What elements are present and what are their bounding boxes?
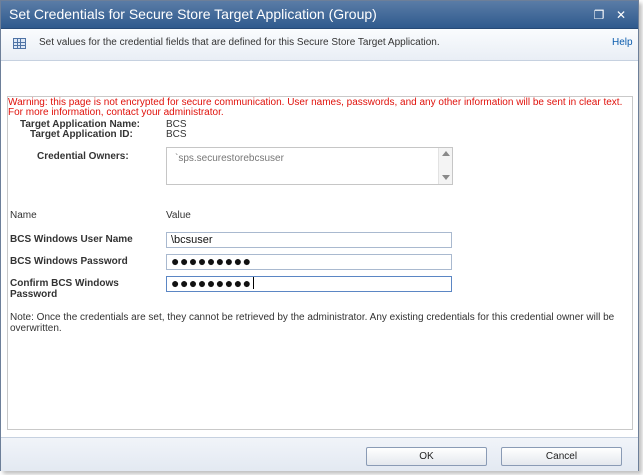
scroll-up-icon[interactable] — [442, 151, 450, 156]
ok-button[interactable]: OK — [366, 447, 487, 466]
confirm-password-label-line2: Password — [10, 289, 58, 300]
credential-owners-box[interactable]: `sps.securestorebcsuser — [166, 147, 453, 185]
confirm-password-input[interactable]: ●●●●●●●●● — [166, 276, 452, 292]
security-warning: Warning: this page is not encrypted for … — [8, 97, 623, 118]
owners-scrollbar[interactable] — [438, 148, 452, 184]
password-label: BCS Windows Password — [10, 256, 128, 267]
cancel-button[interactable]: Cancel — [501, 447, 622, 466]
credential-owners-label: Credential Owners: — [37, 151, 129, 162]
info-bar: Set values for the credential fields tha… — [1, 29, 638, 61]
scroll-down-icon[interactable] — [442, 175, 450, 180]
close-icon[interactable]: ✕ — [614, 8, 628, 22]
user-name-label: BCS Windows User Name — [10, 234, 133, 245]
title-bar: Set Credentials for Secure Store Target … — [1, 1, 638, 29]
value-column-header: Value — [166, 210, 191, 221]
user-name-value: \bcsuser — [171, 234, 213, 246]
text-caret — [252, 277, 254, 289]
password-input[interactable]: ●●●●●●●●● — [166, 254, 452, 270]
confirm-password-value: ●●●●●●●●● — [171, 275, 252, 291]
table-icon — [13, 38, 26, 49]
target-app-id-label: Target Application ID: — [30, 129, 133, 140]
confirm-password-label-line1: Confirm BCS Windows — [10, 278, 119, 289]
dialog-window: Set Credentials for Secure Store Target … — [0, 0, 639, 471]
help-link[interactable]: Help — [612, 37, 633, 48]
password-value: ●●●●●●●●● — [171, 253, 252, 269]
credentials-note: Note: Once the credentials are set, they… — [10, 312, 615, 334]
info-text: Set values for the credential fields tha… — [39, 37, 440, 48]
restore-icon[interactable]: ❐ — [592, 8, 606, 22]
user-name-input[interactable]: \bcsuser — [166, 232, 452, 248]
name-column-header: Name — [10, 210, 37, 221]
dialog-title: Set Credentials for Secure Store Target … — [9, 6, 377, 22]
credential-owners-value: `sps.securestorebcsuser — [175, 153, 284, 164]
dialog-footer: OK Cancel — [1, 437, 638, 471]
target-app-id-value: BCS — [166, 129, 187, 140]
